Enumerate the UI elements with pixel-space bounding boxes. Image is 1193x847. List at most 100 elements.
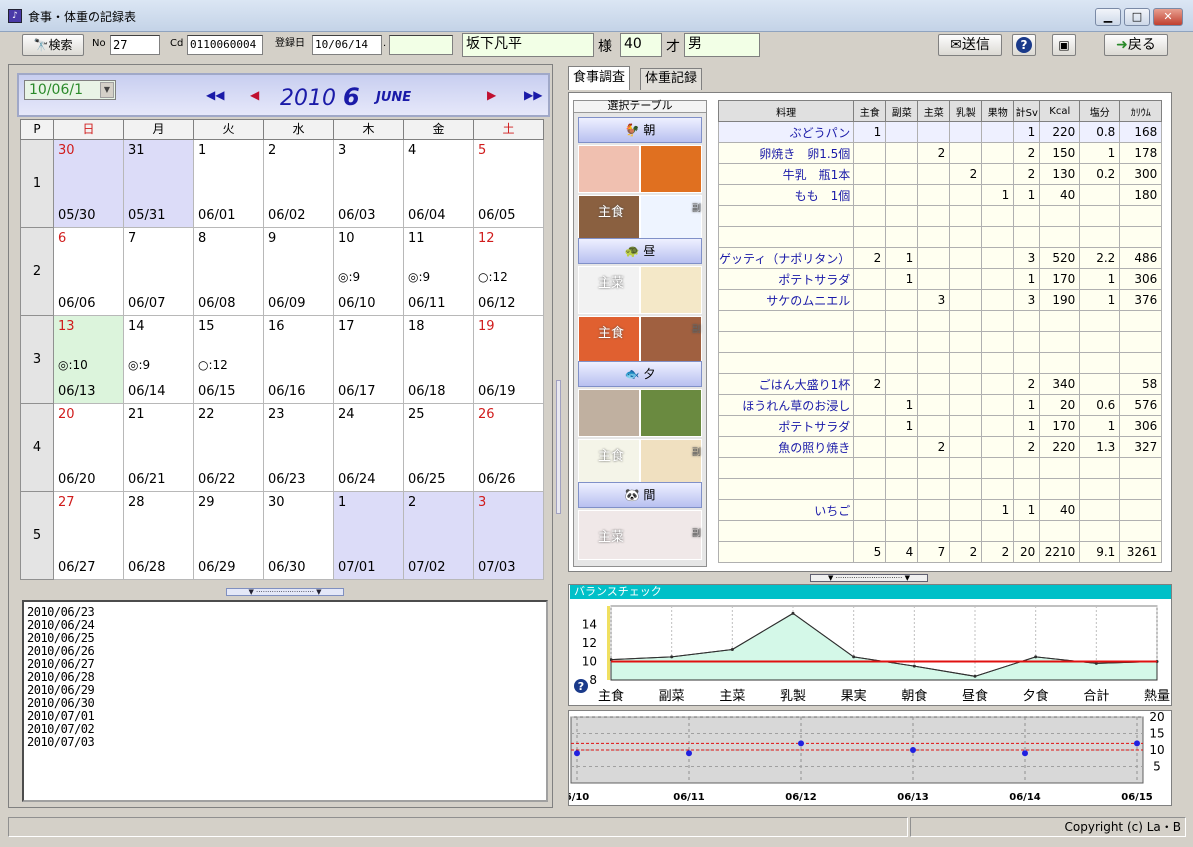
grid-row[interactable] (717, 205, 1163, 227)
calendar-day[interactable]: 17 06/17 (333, 315, 404, 404)
grid-cell[interactable] (917, 352, 951, 374)
send-button[interactable]: ✉送信 (938, 34, 1002, 56)
dish-name-cell[interactable]: ゲッティ（ナポリタン） (717, 247, 855, 269)
dish-name-cell[interactable] (717, 478, 855, 500)
calendar-day[interactable]: 9 06/09 (263, 227, 334, 316)
food-image[interactable] (640, 266, 702, 314)
grid-cell[interactable]: 20 (1013, 541, 1041, 563)
grid-cell[interactable]: 340 (1039, 373, 1081, 395)
grid-cell[interactable] (917, 226, 951, 248)
grid-cell[interactable] (917, 520, 951, 542)
log-item[interactable]: 2010/06/23 (27, 606, 543, 619)
food-image[interactable] (640, 389, 702, 437)
grid-cell[interactable] (1119, 478, 1163, 500)
calendar-day[interactable]: 14 ◎:9 06/14 (123, 315, 194, 404)
calendar-day[interactable]: 15 ○:12 06/15 (193, 315, 264, 404)
grid-cell[interactable]: 130 (1039, 163, 1081, 185)
grid-cell[interactable] (917, 478, 951, 500)
food-image[interactable] (640, 145, 702, 193)
grid-cell[interactable] (917, 373, 951, 395)
grid-cell[interactable] (949, 394, 983, 416)
grid-cell[interactable]: 9.1 (1079, 541, 1121, 563)
close-button[interactable]: ✕ (1153, 8, 1183, 26)
grid-cell[interactable] (949, 415, 983, 437)
meal-header-button[interactable]: 🐢 昼 (578, 238, 702, 264)
dish-name-cell[interactable]: いちご (717, 499, 855, 521)
grid-cell[interactable] (949, 499, 983, 521)
grid-cell[interactable] (885, 499, 919, 521)
dish-name-cell[interactable] (717, 331, 855, 353)
grid-cell[interactable] (917, 205, 951, 227)
calendar-day[interactable]: 13 ◎:10 06/13 (53, 315, 124, 404)
log-item[interactable]: 2010/06/26 (27, 645, 543, 658)
grid-cell[interactable] (949, 436, 983, 458)
calendar-day[interactable]: 26 06/26 (473, 403, 544, 492)
grid-cell[interactable] (1079, 373, 1121, 395)
grid-cell[interactable]: 300 (1119, 163, 1163, 185)
grid-cell[interactable]: 2 (853, 247, 887, 269)
grid-cell[interactable]: 170 (1039, 415, 1081, 437)
grid-cell[interactable]: 2 (1013, 163, 1041, 185)
grid-cell[interactable] (949, 457, 983, 479)
grid-cell[interactable]: 1 (885, 247, 919, 269)
dish-name-cell[interactable]: 魚の照り焼き (717, 436, 855, 458)
grid-row[interactable]: もも 1個 1 1 40 180 (717, 184, 1163, 206)
prev-year-icon[interactable]: ◀◀ (206, 88, 224, 102)
search-button[interactable]: 🔭検索 (22, 34, 84, 56)
grid-cell[interactable]: 170 (1039, 268, 1081, 290)
grid-cell[interactable] (981, 121, 1015, 143)
log-item[interactable]: 2010/06/29 (27, 684, 543, 697)
splitter-handle[interactable]: ▼ ·························· ▼ (226, 588, 344, 596)
grid-cell[interactable] (917, 394, 951, 416)
calendar-day[interactable]: 20 06/20 (53, 403, 124, 492)
grid-cell[interactable] (1039, 457, 1081, 479)
grid-cell[interactable] (1119, 457, 1163, 479)
calendar-day[interactable]: 2 06/02 (263, 139, 334, 228)
grid-cell[interactable] (1039, 478, 1081, 500)
grid-cell[interactable]: 190 (1039, 289, 1081, 311)
grid-cell[interactable]: 0.8 (1079, 121, 1121, 143)
grid-cell[interactable] (1013, 352, 1041, 374)
grid-row[interactable] (717, 226, 1163, 248)
grid-cell[interactable]: 1.3 (1079, 436, 1121, 458)
grid-cell[interactable]: 1 (885, 415, 919, 437)
splitter-handle[interactable]: ▼ ······························ ▼ (810, 574, 928, 582)
calendar-day[interactable]: 10 ◎:9 06/10 (333, 227, 404, 316)
registration-date-field[interactable]: 10/06/14 (312, 35, 382, 55)
dish-name-cell[interactable]: ぶどうパン (717, 121, 855, 143)
monitor-button[interactable]: ▣ (1052, 34, 1076, 56)
grid-cell[interactable] (885, 163, 919, 185)
grid-cell[interactable] (853, 394, 887, 416)
grid-cell[interactable] (949, 247, 983, 269)
grid-cell[interactable] (981, 289, 1015, 311)
grid-cell[interactable] (981, 373, 1015, 395)
age-field[interactable]: 40 (620, 33, 662, 57)
meal-header-button[interactable]: 🐼 間 (578, 482, 702, 508)
grid-cell[interactable]: 306 (1119, 415, 1163, 437)
grid-cell[interactable] (1079, 520, 1121, 542)
grid-row[interactable]: ゲッティ（ナポリタン） 2 1 3 520 2.2 486 (717, 247, 1163, 269)
grid-row[interactable] (717, 478, 1163, 500)
grid-cell[interactable] (885, 331, 919, 353)
grid-cell[interactable] (885, 142, 919, 164)
grid-cell[interactable]: 178 (1119, 142, 1163, 164)
grid-cell[interactable]: 0.6 (1079, 394, 1121, 416)
grid-cell[interactable] (885, 373, 919, 395)
grid-cell[interactable] (1119, 205, 1163, 227)
grid-cell[interactable] (949, 310, 983, 332)
prev-month-icon[interactable]: ◀ (250, 88, 259, 102)
grid-cell[interactable]: 2.2 (1079, 247, 1121, 269)
meal-header-button[interactable]: 🐓 朝 (578, 117, 702, 143)
grid-cell[interactable]: 1 (1013, 121, 1041, 143)
next-month-icon[interactable]: ▶ (487, 88, 496, 102)
grid-cell[interactable]: 3 (917, 289, 951, 311)
grid-cell[interactable]: 1 (981, 184, 1015, 206)
tab-weight-record[interactable]: 体重記録 (640, 68, 703, 90)
grid-row[interactable] (717, 331, 1163, 353)
grid-cell[interactable]: 168 (1119, 121, 1163, 143)
grid-cell[interactable] (853, 520, 887, 542)
grid-cell[interactable] (1013, 331, 1041, 353)
grid-cell[interactable]: 1 (981, 499, 1015, 521)
dish-name-cell[interactable]: ポテトサラダ (717, 268, 855, 290)
grid-cell[interactable] (853, 226, 887, 248)
